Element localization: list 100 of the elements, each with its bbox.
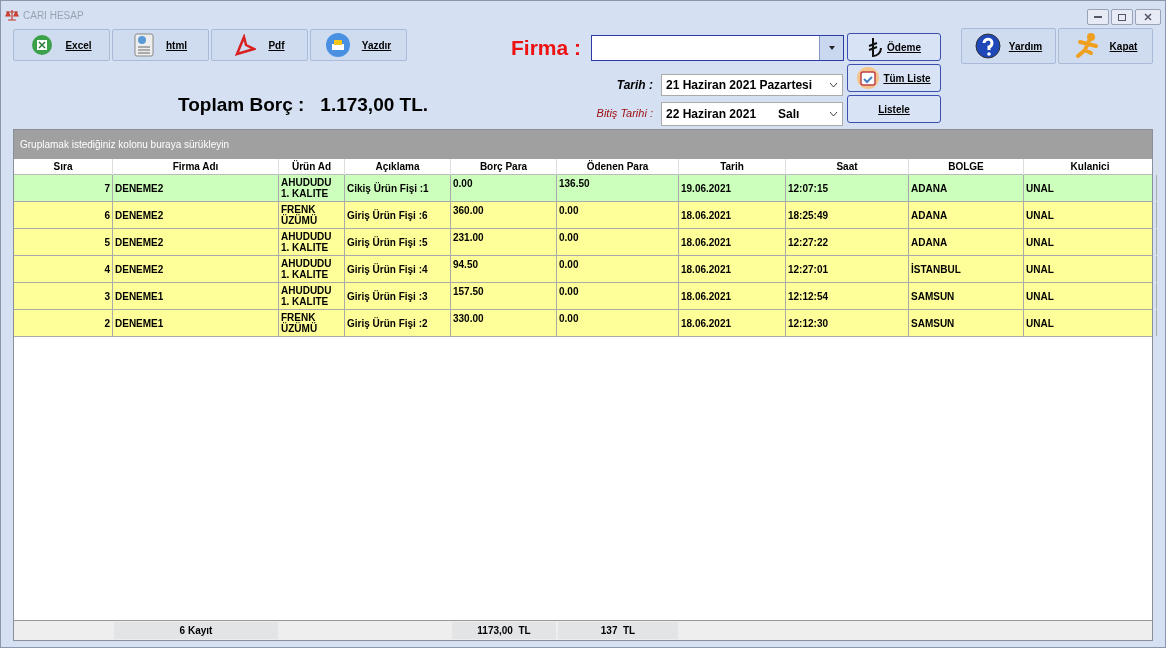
summary-cell: 1173,00 TL (452, 622, 556, 639)
close-button[interactable] (1135, 9, 1161, 25)
table-cell: 4 (14, 256, 113, 282)
scale-icon (5, 9, 19, 21)
table-cell: 12:27:01 (786, 256, 909, 282)
pdf-export-button[interactable]: Pdf (211, 29, 308, 61)
table-cell: Giriş Ürün Fişi :4 (345, 256, 451, 282)
table-cell: AHUDUDU 1. KALITE (279, 256, 345, 282)
window-title: CARI HESAP (23, 8, 84, 23)
table-cell: 6 (14, 202, 113, 228)
table-cell: DENEME2 (113, 256, 279, 282)
list-button[interactable]: Listele (847, 95, 941, 123)
table-cell: 18.06.2021 (679, 202, 786, 228)
summary-cell: 137 TL (558, 622, 678, 639)
table-cell: DENEME2 (113, 202, 279, 228)
table-cell: 12:07:15 (786, 175, 909, 201)
table-cell: Giriş Ürün Fişi :3 (345, 283, 451, 309)
table-cell: ADANA (909, 202, 1024, 228)
table-cell: 0.00 (557, 283, 679, 309)
help-button[interactable]: Yardım (961, 28, 1056, 64)
chevron-icon (829, 81, 838, 88)
table-cell: 360.00 (451, 202, 557, 228)
table-cell: SAMSUN (909, 283, 1024, 309)
tarih-label: Tarih : (615, 76, 653, 94)
table-cell: 330.00 (451, 310, 557, 336)
day-value: Salı (778, 105, 800, 123)
table-cell: 2 (14, 310, 113, 336)
calendar-icon (857, 67, 880, 89)
table-cell: 157.50 (451, 283, 557, 309)
table-cell: 7 (14, 175, 113, 201)
table-cell: 94.50 (451, 256, 557, 282)
printer-icon (325, 33, 350, 57)
table-cell: FRENK ÜZÜMÜ (279, 310, 345, 336)
table-cell: İSTANBUL (909, 256, 1024, 282)
table-cell: 136.50 (557, 175, 679, 201)
table-cell: 18.06.2021 (679, 256, 786, 282)
table-cell: UNAL (1024, 202, 1157, 228)
table-cell: Cikiş Ürün Fişi :1 (345, 175, 451, 201)
table-cell: 0.00 (557, 202, 679, 228)
table-cell: DENEME1 (113, 283, 279, 309)
table-cell: 18.06.2021 (679, 283, 786, 309)
table-cell: 5 (14, 229, 113, 255)
table-cell: 12:12:54 (786, 283, 909, 309)
pdf-icon (234, 34, 257, 56)
minimize-button[interactable] (1087, 9, 1109, 25)
table-cell: 3 (14, 283, 113, 309)
table-cell: 18:25:49 (786, 202, 909, 228)
date-picker[interactable]: 21 Haziran 2021 Pazartesi (661, 73, 843, 96)
all-list-button[interactable]: Tüm Liste (847, 64, 941, 92)
table-cell: AHUDUDU 1. KALITE (279, 283, 345, 309)
table-cell: DENEME2 (113, 229, 279, 255)
payment-button[interactable]: Ödeme (847, 33, 941, 61)
date-value: 21 Haziran 2021 Pazartesi (666, 76, 813, 94)
table-cell: AHUDUDU 1. KALITE (279, 229, 345, 255)
table-cell: FRENK ÜZÜMÜ (279, 202, 345, 228)
print-button[interactable]: Yazdır (310, 29, 407, 61)
table-cell: UNAL (1024, 229, 1157, 255)
group-panel-hint: Gruplamak istediğiniz kolonu buraya sürükleyin (14, 130, 1152, 159)
total-debt-label: Toplam Borç : (178, 93, 305, 117)
table-cell: 231.00 (451, 229, 557, 255)
table-cell: UNAL (1024, 283, 1157, 309)
close-icon (1144, 13, 1152, 21)
firma-label: Firma : (511, 35, 581, 61)
html-export-button[interactable]: html (112, 29, 209, 61)
table-cell: UNAL (1024, 175, 1157, 201)
table-cell: DENEME1 (113, 310, 279, 336)
maximize-button[interactable] (1111, 9, 1133, 25)
table-cell: SAMSUN (909, 310, 1024, 336)
table-cell: ADANA (909, 229, 1024, 255)
table-cell: 18.06.2021 (679, 310, 786, 336)
table-cell: 0.00 (557, 310, 679, 336)
dropdown-button[interactable] (819, 35, 843, 60)
chevron-icon (829, 110, 838, 117)
firma-combo[interactable] (591, 34, 844, 61)
lira-icon (867, 37, 884, 57)
date-picker[interactable]: 22 Haziran 2021 Salı (661, 101, 843, 126)
end-date-label: Bitiş Tarihi : (595, 106, 653, 122)
table-cell: Giriş Ürün Fişi :2 (345, 310, 451, 336)
table-cell: ADANA (909, 175, 1024, 201)
table-cell: AHUDUDU 1. KALITE (279, 175, 345, 201)
exit-button[interactable]: Kapat (1058, 28, 1153, 64)
spreadsheet-icon (31, 34, 54, 56)
table-cell: 0.00 (557, 256, 679, 282)
table-cell: 0.00 (451, 175, 557, 201)
table-cell: DENEME2 (113, 175, 279, 201)
document-icon (133, 33, 154, 57)
caret-icon (828, 45, 835, 50)
excel-export-button[interactable]: Excel (13, 29, 110, 61)
table-cell: Giriş Ürün Fişi :5 (345, 229, 451, 255)
table-cell: Giriş Ürün Fişi :6 (345, 202, 451, 228)
table-cell: UNAL (1024, 256, 1157, 282)
help-icon (974, 33, 1001, 59)
table-cell: 18.06.2021 (679, 229, 786, 255)
summary-cell: 6 Kayıt (114, 622, 278, 639)
table-cell: 12:12:30 (786, 310, 909, 336)
date-value: 22 Haziran 2021 (666, 105, 757, 123)
table-cell: 12:27:22 (786, 229, 909, 255)
table-cell: 19.06.2021 (679, 175, 786, 201)
total-debt-value: 1.173,00 TL. (320, 93, 429, 117)
table-cell: 0.00 (557, 229, 679, 255)
